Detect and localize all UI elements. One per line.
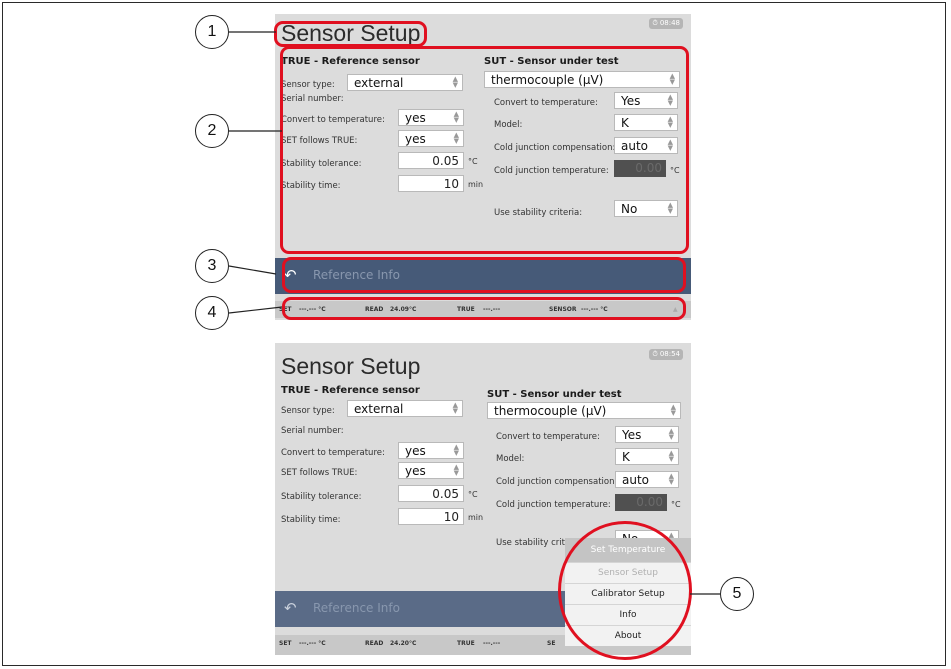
callout-3: 3: [195, 249, 229, 283]
callout-leader-lines: [228, 31, 720, 595]
callout-4: 4: [195, 296, 229, 330]
callout-1: 1: [195, 15, 229, 49]
callout-2: 2: [195, 114, 229, 148]
leader-4: [228, 306, 283, 314]
callout-5: 5: [720, 577, 754, 611]
leader-3: [228, 265, 277, 275]
